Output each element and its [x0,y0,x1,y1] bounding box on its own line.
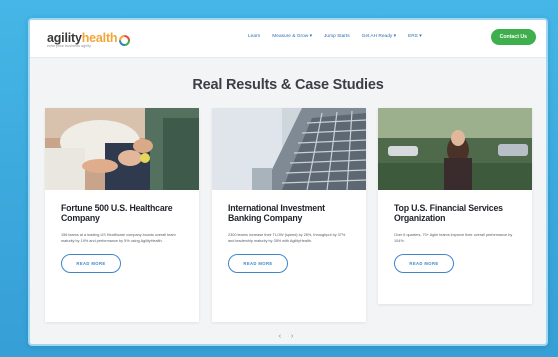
nav-link-get-ah-ready[interactable]: Get AH Ready ▾ [362,34,396,39]
logo-mark-icon [119,33,131,46]
card-description: 156 teams at a leading US Healthcare com… [61,232,176,243]
card-title: Top U.S. Financial Services Organization [394,203,503,224]
card-title: International Investment Banking Company [228,203,325,224]
page-title: Real Results & Case Studies [192,77,384,93]
read-more-button[interactable]: READ MORE [394,253,454,273]
contact-us-button[interactable]: Contact Us [490,29,536,45]
logo-text-agility: agility [47,31,82,45]
card-image-hands [45,108,199,190]
carousel-pager[interactable]: ‹ › [30,333,546,340]
case-study-card-healthcare[interactable]: Fortune 500 U.S. Healthcare Company 156 … [45,108,199,322]
browser-frame: agility health enterprise business agili… [28,18,548,346]
nav-link-ers[interactable]: ERS ▾ [408,34,422,39]
read-more-button[interactable]: READ MORE [61,253,121,273]
nav-link-learn[interactable]: Learn [248,34,260,39]
top-navigation: agility health enterprise business agili… [30,20,546,58]
logo-tagline: enterprise business agility [47,44,92,48]
card-description: 2300 teams increase their TLOW (speed) b… [228,232,346,243]
nav-link-measure-grow[interactable]: Measure & Grow ▾ [272,34,312,39]
agility-health-logo[interactable]: agility health enterprise business agili… [47,31,131,48]
card-description: Over 6 quarters, 70+ Agile teams improve… [394,232,513,243]
card-title: Fortune 500 U.S. Healthcare Company [61,203,173,224]
logo-text-health: health [81,31,118,45]
card-image-skyscraper [212,108,366,190]
card-image-street [378,108,532,190]
read-more-button[interactable]: READ MORE [228,253,288,273]
case-study-card-investment-banking[interactable]: International Investment Banking Company… [212,108,366,322]
nav-links: Learn Measure & Grow ▾ Jump Starts Get A… [248,34,422,39]
nav-link-jump-starts[interactable]: Jump Starts [324,34,350,39]
case-study-card-financial-services[interactable]: Top U.S. Financial Services Organization… [378,108,532,304]
